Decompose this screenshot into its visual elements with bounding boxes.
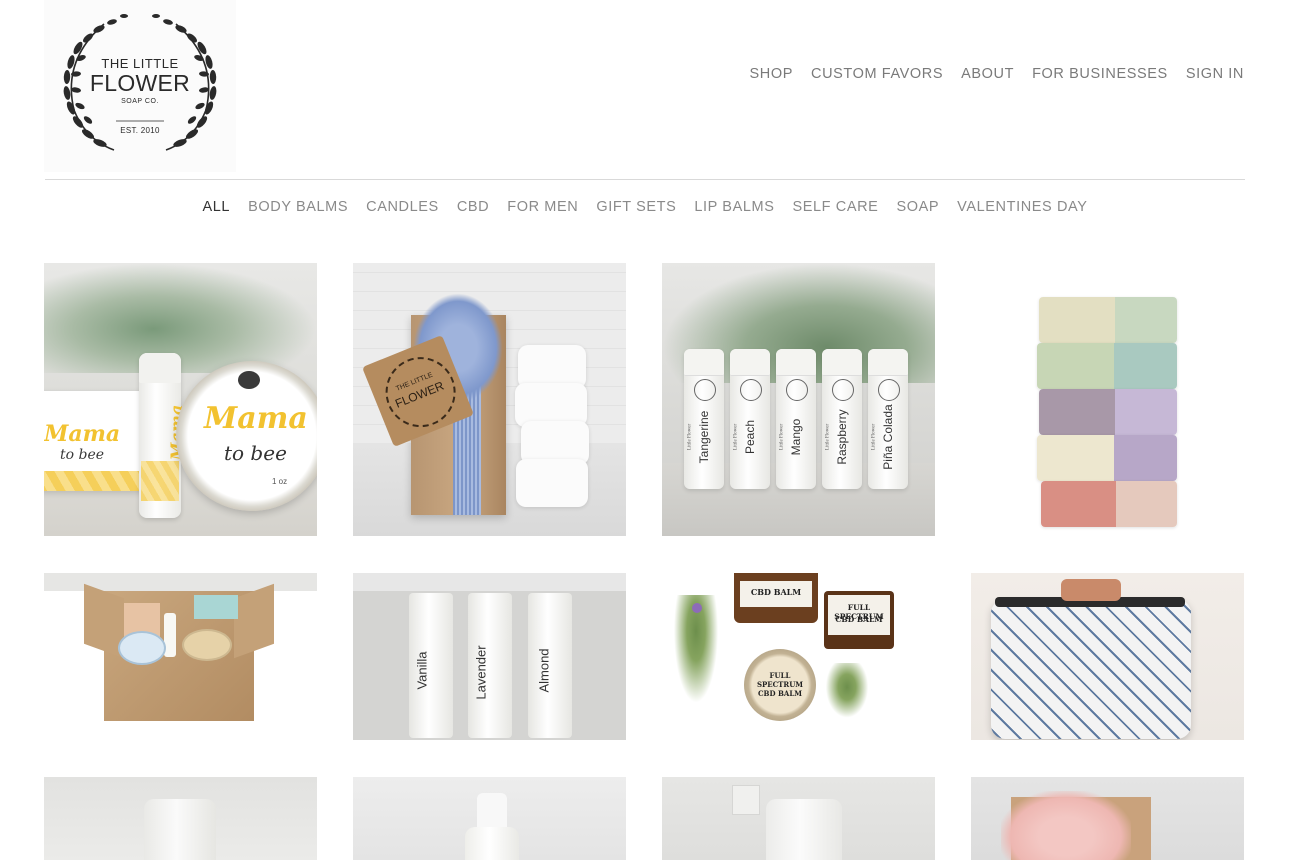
product-tile-zipper-pouch[interactable] xyxy=(971,573,1244,740)
brand-line-2: FLOWER xyxy=(89,70,191,96)
main-navigation: SHOP CUSTOM FAVORS ABOUT FOR BUSINESSES … xyxy=(750,66,1245,82)
cbd-tin: FULL SPECTRUM CBD BALM xyxy=(744,649,816,721)
lip-balm-tube-almond: Almond xyxy=(528,593,572,738)
brand-line-1: THE LITTLE xyxy=(101,56,179,71)
site-header: THE LITTLE FLOWER SOAP CO. EST. 2010 SHO… xyxy=(0,0,1314,180)
product-tile-row3-1[interactable] xyxy=(44,777,317,860)
category-lip-balms[interactable]: LIP BALMS xyxy=(694,199,774,215)
tin-text-oz: 1 oz xyxy=(272,477,288,486)
lip-balm-tube: Mama xyxy=(139,353,186,518)
header-divider xyxy=(45,179,1245,180)
pink-ribbon xyxy=(1001,791,1131,860)
product-tile-row3-3[interactable] xyxy=(662,777,935,860)
zipper-pouch xyxy=(991,599,1191,739)
soap-bar-purple xyxy=(1039,389,1177,435)
card-text-mama: Mama xyxy=(44,421,121,447)
salve-tin xyxy=(182,629,232,661)
product-tile-lip-balm-trio[interactable]: Vanilla Lavender Almond xyxy=(353,573,626,740)
herb-sprig xyxy=(670,595,722,715)
nav-shop[interactable]: SHOP xyxy=(750,66,794,82)
category-all[interactable]: ALL xyxy=(202,199,230,215)
foliage-background xyxy=(44,263,317,373)
tin-text-to-bee: to bee xyxy=(224,441,287,465)
fruit-icon xyxy=(832,379,854,401)
lip-balm-tube-tangerine: Tangerine Little Flower xyxy=(684,349,724,489)
lip-balm xyxy=(164,613,176,657)
category-self-care[interactable]: SELF CARE xyxy=(792,199,878,215)
category-valentines-day[interactable]: VALENTINES DAY xyxy=(957,199,1087,215)
small-tin xyxy=(118,631,166,665)
category-soap[interactable]: SOAP xyxy=(896,199,939,215)
brand-label: Little Flower xyxy=(733,423,739,451)
brand-logo[interactable]: THE LITTLE FLOWER SOAP CO. EST. 2010 xyxy=(44,0,236,172)
flavor-label: Tangerine xyxy=(697,410,711,464)
cbd-jar-small: CBD BALM xyxy=(734,573,818,623)
flavor-label: Mango xyxy=(789,418,803,456)
product-tile-mama-to-bee[interactable]: Mama to bee Mama Mama to bee 1 oz xyxy=(44,263,317,536)
spray-bottle xyxy=(465,827,519,860)
fruit-icon xyxy=(694,379,716,401)
lip-balm-tube-raspberry: Raspberry Little Flower xyxy=(822,349,862,489)
lip-balm-tube-pi-a-colada: Piña Colada Little Flower xyxy=(868,349,908,489)
product-tile-gift-box[interactable]: THE LITTLE FLOWER xyxy=(353,263,626,536)
category-cbd[interactable]: CBD xyxy=(457,199,489,215)
brand-label: Little Flower xyxy=(825,423,831,451)
bee-icon xyxy=(238,371,260,389)
nav-about[interactable]: ABOUT xyxy=(961,66,1014,82)
category-for-men[interactable]: FOR MEN xyxy=(507,199,578,215)
deodorant-stick xyxy=(144,799,216,860)
category-gift-sets[interactable]: GIFT SETS xyxy=(596,199,676,215)
brand-label: Little Flower xyxy=(779,423,785,451)
product-tile-lip-balm-set[interactable]: Tangerine Little Flower Peach Little Flower… xyxy=(662,263,935,536)
soap-bar-green xyxy=(1037,343,1177,389)
nav-sign-in[interactable]: SIGN IN xyxy=(1186,66,1244,82)
brand-line-4: EST. 2010 xyxy=(120,126,160,135)
flavor-label: Raspberry xyxy=(835,409,849,465)
lip-balm-tube-vanilla: Vanilla xyxy=(409,593,453,738)
soap-bar-cream xyxy=(1039,297,1177,343)
product-tile-row3-2[interactable] xyxy=(353,777,626,860)
flavor-label: Peach xyxy=(743,419,757,455)
nav-for-businesses[interactable]: FOR BUSINESSES xyxy=(1032,66,1168,82)
category-body-balms[interactable]: BODY BALMS xyxy=(248,199,348,215)
product-label-card: Mama to bee xyxy=(44,391,148,491)
fruit-icon xyxy=(740,379,762,401)
fruit-icon xyxy=(878,379,900,401)
salve-tin: Mama to bee 1 oz xyxy=(176,361,317,511)
flavor-label: Piña Colada xyxy=(881,404,895,470)
fruit-icon xyxy=(786,379,808,401)
brand-label: Little Flower xyxy=(871,423,877,451)
soap-bar-ivory xyxy=(1037,435,1177,481)
lip-balm-tube-mango: Mango Little Flower xyxy=(776,349,816,489)
nav-custom-favors[interactable]: CUSTOM FAVORS xyxy=(811,66,943,82)
flower-icon xyxy=(692,603,702,613)
product-tile-row3-4[interactable] xyxy=(971,777,1244,860)
card-insert xyxy=(194,595,238,619)
lip-balm-tube-lavender: Lavender xyxy=(468,593,512,738)
lotion-stick xyxy=(766,799,842,860)
herb-sprig-2 xyxy=(822,663,872,723)
product-tile-soap-stack[interactable] xyxy=(971,263,1244,536)
pouch-contents xyxy=(1061,579,1121,601)
brand-line-3: SOAP CO. xyxy=(121,98,159,105)
bath-bomb-4 xyxy=(516,459,588,507)
cbd-jar-large: FULL SPECTRUM CBD BALM xyxy=(824,591,894,649)
category-navigation: ALL BODY BALMS CANDLES CBD FOR MEN GIFT … xyxy=(0,199,1290,215)
product-tile-cbd-balms[interactable]: CBD BALM FULL SPECTRUM CBD BALM FULL SPE… xyxy=(662,573,935,740)
soap-bar-pink xyxy=(1041,481,1177,527)
category-candles[interactable]: CANDLES xyxy=(366,199,439,215)
card-text-to-bee: to bee xyxy=(60,447,105,463)
lip-balm-tube-peach: Peach Little Flower xyxy=(730,349,770,489)
brand-label: Little Flower xyxy=(687,423,693,451)
tin-text-mama: Mama xyxy=(204,401,308,436)
product-tile-self-care-box[interactable] xyxy=(44,573,317,740)
